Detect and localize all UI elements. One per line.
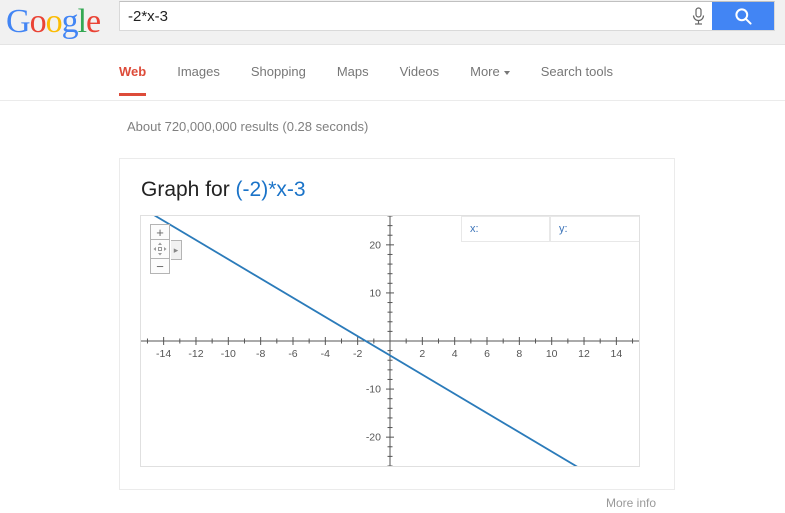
- svg-text:2: 2: [419, 348, 425, 360]
- graph-result-card: Graph for (-2)*x-3 -14 -12 -10 -8 -6 -4 -2 2 4 6 8…: [119, 158, 675, 490]
- tab-images[interactable]: Images: [177, 64, 220, 96]
- logo-letter-o2: o: [45, 3, 63, 40]
- search-bar: [119, 1, 775, 31]
- tab-more[interactable]: More: [470, 64, 510, 96]
- svg-text:6: 6: [484, 348, 490, 360]
- svg-text:20: 20: [369, 239, 381, 251]
- svg-text:4: 4: [452, 348, 458, 360]
- page-header: Google: [0, 0, 785, 45]
- svg-text:8: 8: [516, 348, 522, 360]
- svg-text:-10: -10: [221, 348, 236, 360]
- svg-text:-12: -12: [188, 348, 203, 360]
- svg-text:10: 10: [369, 287, 381, 299]
- graph-plot-area[interactable]: -14 -12 -10 -8 -6 -4 -2 2 4 6 8 10 12 14 20 10 -10 -20 x:…: [140, 215, 640, 467]
- logo-letter-G: G: [6, 3, 31, 40]
- tab-videos-label: Videos: [399, 64, 440, 79]
- logo-letter-g: g: [61, 3, 79, 40]
- pan-control[interactable]: ▸: [150, 239, 182, 260]
- graph-title: Graph for (-2)*x-3: [141, 178, 306, 202]
- search-button[interactable]: [712, 2, 774, 30]
- svg-text:10: 10: [546, 348, 558, 360]
- svg-text:14: 14: [611, 348, 623, 360]
- coordinate-y-label: y:: [559, 223, 568, 235]
- search-nav-bar: Web Images Shopping Maps Videos More Sea…: [0, 46, 785, 101]
- tab-maps-label: Maps: [336, 64, 369, 79]
- coordinate-x-label: x:: [470, 223, 479, 235]
- svg-text:-14: -14: [156, 348, 171, 360]
- search-icon: [734, 7, 752, 25]
- more-info-link[interactable]: More info: [606, 496, 656, 510]
- svg-text:-4: -4: [321, 348, 330, 360]
- microphone-icon: [692, 6, 704, 25]
- graph-title-prefix: Graph for: [141, 178, 236, 201]
- tab-search-tools-label: Search tools: [540, 64, 614, 79]
- tab-images-label: Images: [177, 64, 220, 79]
- zoom-in-button[interactable]: +: [150, 224, 170, 239]
- svg-text:-20: -20: [366, 432, 381, 444]
- function-plot: -14 -12 -10 -8 -6 -4 -2 2 4 6 8 10 12 14 20 10 -10 -20: [141, 216, 639, 466]
- logo-letter-l: l: [77, 3, 88, 40]
- tab-shopping-label: Shopping: [250, 64, 306, 79]
- svg-text:-8: -8: [256, 348, 265, 360]
- svg-text:-6: -6: [288, 348, 297, 360]
- zoom-out-button[interactable]: −: [150, 259, 170, 274]
- graph-title-formula: (-2)*x-3: [235, 178, 306, 201]
- tab-more-label: More: [470, 64, 500, 79]
- expand-controls-button[interactable]: ▸: [171, 240, 182, 260]
- nav-tab-list: Web Images Shopping Maps Videos More Sea…: [119, 64, 644, 96]
- coordinate-y-box[interactable]: y:: [550, 216, 639, 242]
- tab-search-tools[interactable]: Search tools: [541, 64, 613, 96]
- coordinate-x-box[interactable]: x:: [461, 216, 550, 242]
- tab-videos[interactable]: Videos: [400, 64, 440, 96]
- svg-text:-10: -10: [366, 384, 381, 396]
- google-logo[interactable]: Google: [6, 2, 101, 42]
- chevron-down-icon: [503, 70, 510, 75]
- logo-letter-o1: o: [29, 3, 47, 40]
- voice-search-button[interactable]: [684, 2, 712, 30]
- tab-web-label: Web: [119, 64, 147, 79]
- search-input[interactable]: [120, 2, 685, 30]
- logo-letter-e: e: [86, 3, 101, 40]
- svg-text:12: 12: [578, 348, 590, 360]
- map-controls: + ▸ −: [150, 224, 182, 274]
- result-stats: About 720,000,000 results (0.28 seconds): [127, 119, 369, 134]
- svg-text:-2: -2: [353, 348, 362, 360]
- pan-icon: [153, 242, 167, 256]
- tab-shopping[interactable]: Shopping: [251, 64, 306, 96]
- tab-maps[interactable]: Maps: [337, 64, 369, 96]
- tab-web[interactable]: Web: [119, 64, 147, 96]
